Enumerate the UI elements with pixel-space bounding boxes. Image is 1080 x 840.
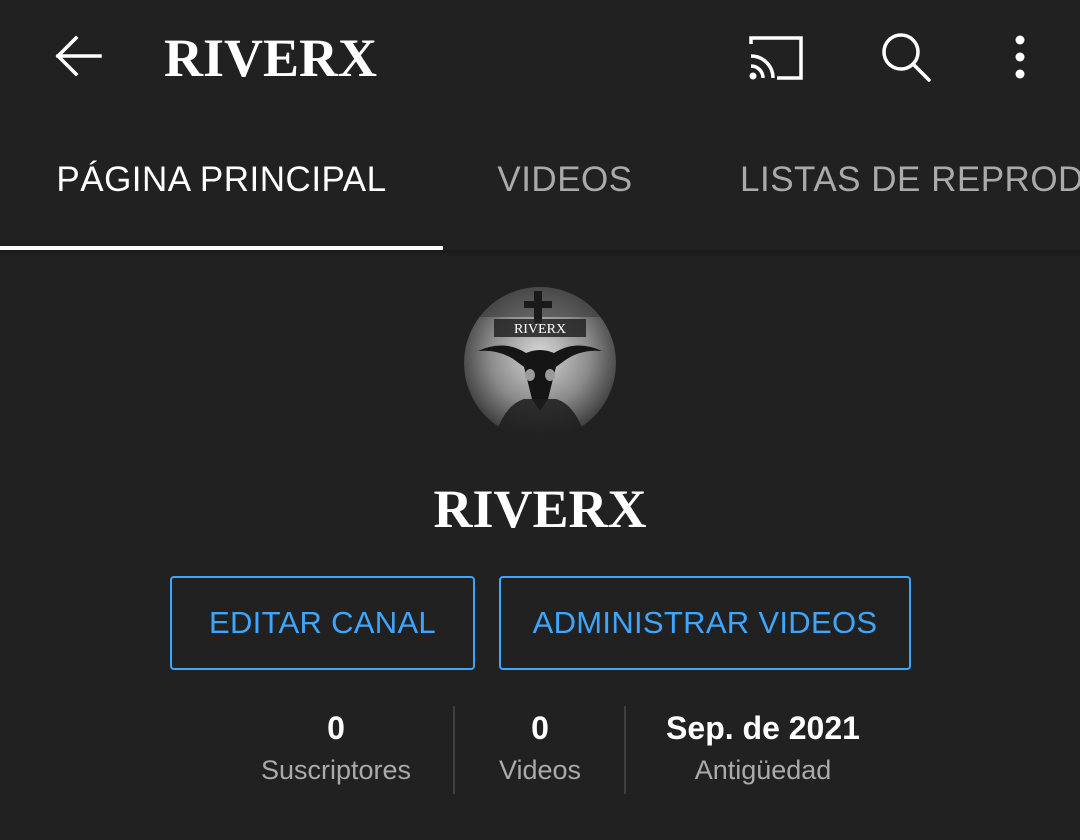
stat-joined: Sep. de 2021 Antigüedad [648,706,878,790]
manage-videos-button[interactable]: ADMINISTRAR VIDEOS [499,576,911,670]
tabs-shadow [0,250,1080,258]
stat-videos: 0 Videos [470,706,610,790]
bull-skull-logo: RIVERX [464,287,616,439]
search-icon [882,33,931,82]
subscribers-label: Suscriptores [260,755,412,785]
cast-icon [749,36,803,80]
videos-label: Videos [498,755,582,785]
channel-page: RIVERX PÁGINA PRINCIPAL VIDEOS LISTAS DE… [0,0,1080,840]
stat-subscribers: 0 Suscriptores [246,706,426,790]
videos-count: 0 [531,710,549,746]
edit-channel-button[interactable]: EDITAR CANAL [170,576,475,670]
joined-date: Sep. de 2021 [666,710,860,746]
stat-divider [453,706,455,794]
channel-avatar[interactable]: RIVERX [464,287,616,439]
subscribers-count: 0 [327,710,345,746]
back-button[interactable] [40,20,116,92]
joined-label: Antigüedad [694,755,832,785]
cast-button[interactable] [738,22,814,92]
tab-home[interactable]: PÁGINA PRINCIPAL [0,112,443,248]
more-options-button[interactable] [990,22,1050,92]
more-vert-icon [1015,35,1025,79]
tab-playlists[interactable]: LISTAS DE REPRODUCCIÓN [740,112,1080,248]
avatar-logo-text: RIVERX [514,322,566,337]
stat-divider [624,706,626,794]
back-arrow-icon [55,35,102,77]
search-button[interactable] [866,22,946,92]
channel-tabs: PÁGINA PRINCIPAL VIDEOS LISTAS DE REPROD… [0,112,1080,250]
tab-videos[interactable]: VIDEOS [443,112,687,248]
channel-name: RIVERX [433,479,647,539]
app-bar-title: RIVERX [164,28,378,88]
top-app-bar: RIVERX [0,0,1080,112]
